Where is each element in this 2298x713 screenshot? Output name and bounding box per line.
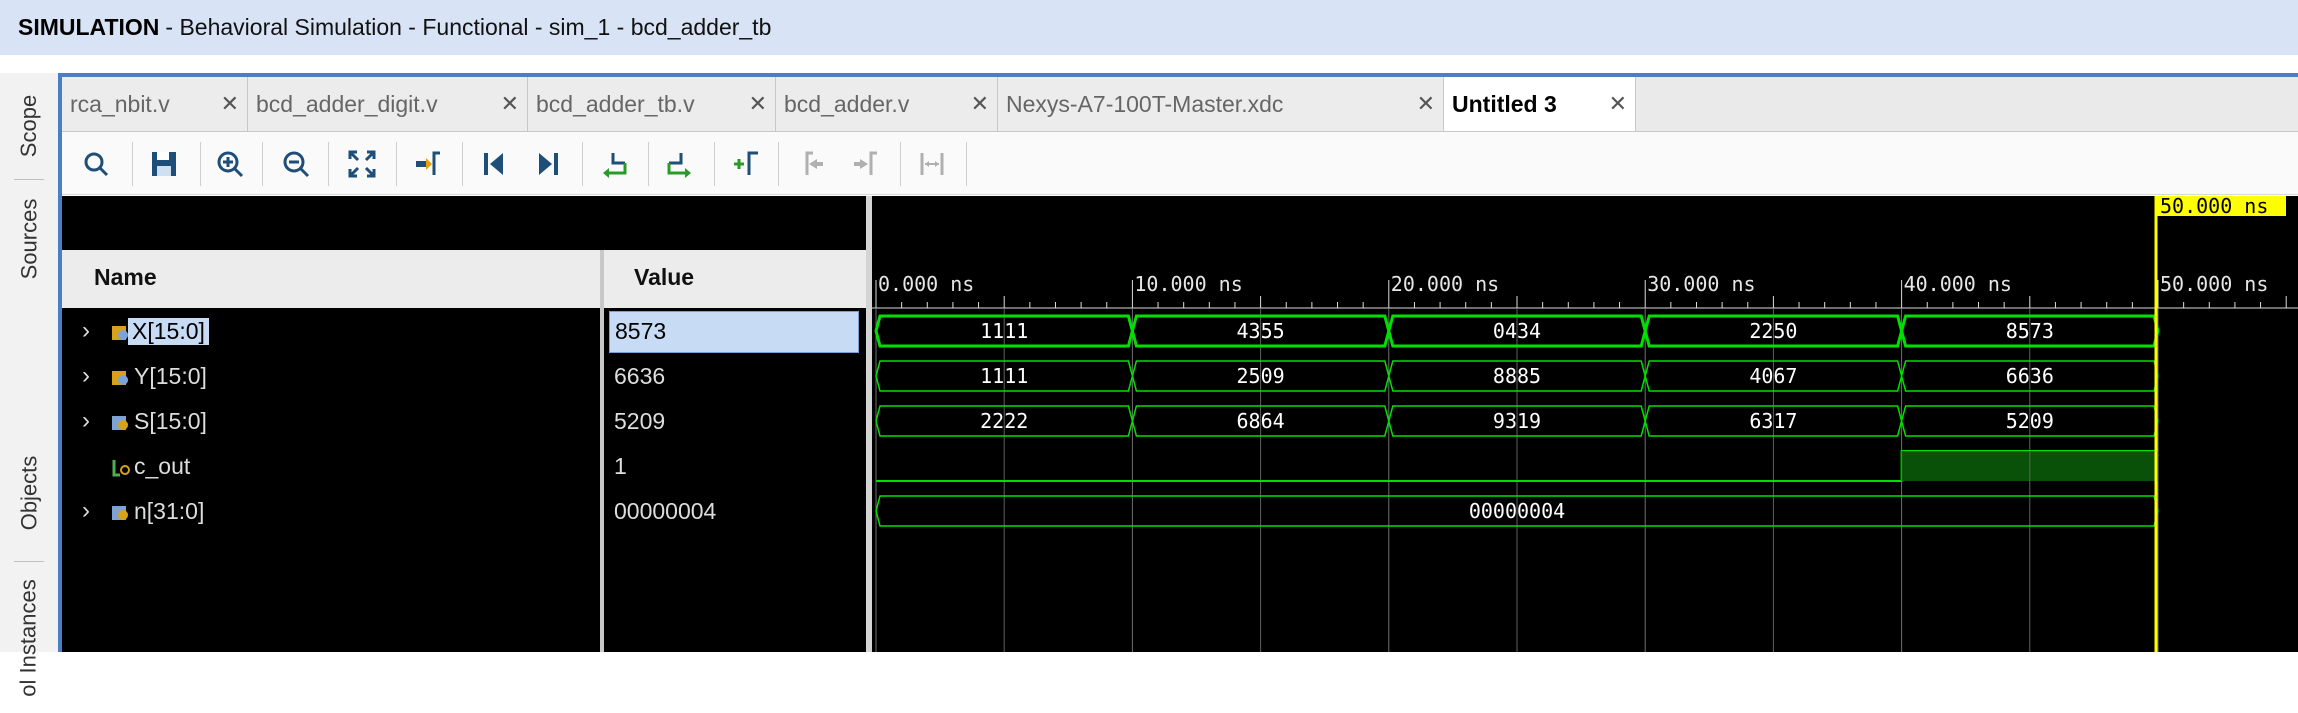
tab-untitled-3[interactable]: Untitled 3 ✕ xyxy=(1444,77,1636,131)
value-column-header[interactable]: Value xyxy=(604,250,866,308)
next-transition-icon[interactable] xyxy=(660,144,700,184)
bus-value-label: 2250 xyxy=(1749,319,1797,343)
close-icon[interactable]: ✕ xyxy=(221,91,239,117)
timeline-tick-label: 0.000 ns xyxy=(878,272,974,296)
go-to-end-icon[interactable] xyxy=(528,144,568,184)
tab-bcd-adder-tb[interactable]: bcd_adder_tb.v ✕ xyxy=(528,77,776,131)
signal-value: 5209 xyxy=(614,408,666,434)
signal-name: Y[15:0] xyxy=(134,363,207,389)
signal-row-n[interactable]: › n[31:0] 00000004 xyxy=(62,491,866,535)
add-marker-icon[interactable] xyxy=(726,144,766,184)
close-icon[interactable]: ✕ xyxy=(1609,91,1627,117)
signal-row-s[interactable]: › S[15:0] 5209 xyxy=(62,401,866,445)
timeline-tick-label: 50.000 ns xyxy=(2160,272,2268,296)
bus-signal-icon xyxy=(112,506,128,520)
wave-toolbar xyxy=(62,132,2298,195)
previous-transition-icon[interactable] xyxy=(594,144,634,184)
timeline-tick-label: 40.000 ns xyxy=(1904,272,2012,296)
close-icon[interactable]: ✕ xyxy=(1417,91,1435,117)
timeline-tick-label: 20.000 ns xyxy=(1391,272,1499,296)
side-tab-scope[interactable]: Scope xyxy=(0,73,58,178)
tab-nexys-xdc[interactable]: Nexys-A7-100T-Master.xdc ✕ xyxy=(998,77,1444,131)
waveform-canvas[interactable]: 0.000 ns 10.000 ns 20.000 ns 30.000 ns 40.00… xyxy=(872,196,2298,652)
close-icon[interactable]: ✕ xyxy=(501,91,519,117)
close-icon[interactable]: ✕ xyxy=(749,91,767,117)
cursor-time-label: 50.000 ns xyxy=(2160,196,2268,218)
bus-signal-icon xyxy=(112,416,128,430)
bus-value-label: 2222 xyxy=(980,409,1028,433)
chevron-right-icon[interactable]: › xyxy=(82,317,90,345)
side-tab-instances[interactable]: ol Instances xyxy=(0,563,58,713)
bus-value-label: 6864 xyxy=(1237,409,1285,433)
go-to-cursor-icon[interactable] xyxy=(408,144,448,184)
editor-tab-bar: rca_nbit.v ✕ bcd_adder_digit.v ✕ bcd_adder… xyxy=(62,77,2298,132)
side-tab-divider xyxy=(14,179,44,180)
close-icon[interactable]: ✕ xyxy=(971,91,989,117)
bus-value-label: 8573 xyxy=(2006,319,2054,343)
signal-row-y[interactable]: › Y[15:0] 6636 xyxy=(62,356,866,400)
timeline-tick-label: 10.000 ns xyxy=(1134,272,1242,296)
chevron-right-icon[interactable]: › xyxy=(82,407,90,435)
bus-value-label: 9319 xyxy=(1493,409,1541,433)
chevron-right-icon[interactable]: › xyxy=(82,497,90,525)
zoom-out-icon[interactable] xyxy=(276,144,316,184)
title-strong: SIMULATION xyxy=(18,14,160,40)
signal-name: c_out xyxy=(134,453,191,479)
swap-cursors-icon[interactable] xyxy=(912,144,952,184)
tab-bcd-adder-digit[interactable]: bcd_adder_digit.v ✕ xyxy=(248,77,528,131)
bus-signal-icon xyxy=(112,371,128,385)
next-marker-icon[interactable] xyxy=(846,144,886,184)
go-to-start-icon[interactable] xyxy=(474,144,514,184)
bus-value-label: 2509 xyxy=(1237,364,1285,388)
bus-value-label: 1111 xyxy=(980,364,1028,388)
previous-marker-icon[interactable] xyxy=(792,144,832,184)
search-icon[interactable] xyxy=(76,144,116,184)
bus-value-label: 4355 xyxy=(1237,319,1285,343)
wire-signal-icon xyxy=(112,460,130,477)
bus-value-label: 4067 xyxy=(1749,364,1797,388)
bus-value-label: 5209 xyxy=(2006,409,2054,433)
bus-value-label: 00000004 xyxy=(1469,499,1565,523)
bus-value-label: 1111 xyxy=(980,319,1028,343)
signal-name: n[31:0] xyxy=(134,498,205,524)
signal-name: S[15:0] xyxy=(134,408,207,434)
window-title-bar: SIMULATION - Behavioral Simulation - Fun… xyxy=(0,0,2298,55)
tab-bcd-adder[interactable]: bcd_adder.v ✕ xyxy=(776,77,998,131)
signal-value: 1 xyxy=(614,453,627,479)
title-rest: - Behavioral Simulation - Functional - s… xyxy=(165,14,772,40)
zoom-in-icon[interactable] xyxy=(210,144,250,184)
signal-value: 6636 xyxy=(614,363,666,389)
bus-value-label: 0434 xyxy=(1493,319,1541,343)
signal-row-x[interactable]: › X[15:0] xyxy=(62,311,866,355)
side-tab-divider xyxy=(14,561,44,562)
tab-rca-nbit[interactable]: rca_nbit.v ✕ xyxy=(62,77,248,131)
save-icon[interactable] xyxy=(144,144,184,184)
signal-name: X[15:0] xyxy=(128,318,209,345)
waveform-area[interactable]: 0.000 ns 10.000 ns 20.000 ns 30.000 ns 40.00… xyxy=(872,196,2298,652)
chevron-right-icon[interactable]: › xyxy=(82,362,90,390)
timeline-tick-label: 30.000 ns xyxy=(1647,272,1755,296)
side-tab-objects[interactable]: Objects xyxy=(0,428,58,558)
bus-value-label: 6636 xyxy=(2006,364,2054,388)
zoom-fit-icon[interactable] xyxy=(342,144,382,184)
side-tab-sources[interactable]: Sources xyxy=(0,181,58,296)
bus-value-label: 8885 xyxy=(1493,364,1541,388)
signal-value: 00000004 xyxy=(614,498,717,524)
bus-value-label: 6317 xyxy=(1749,409,1797,433)
side-tab-strip: Scope Sources Objects ol Instances xyxy=(0,73,59,697)
signal-row-c-out[interactable]: c_out 1 xyxy=(62,446,866,490)
name-column-header[interactable]: Name xyxy=(62,250,601,308)
